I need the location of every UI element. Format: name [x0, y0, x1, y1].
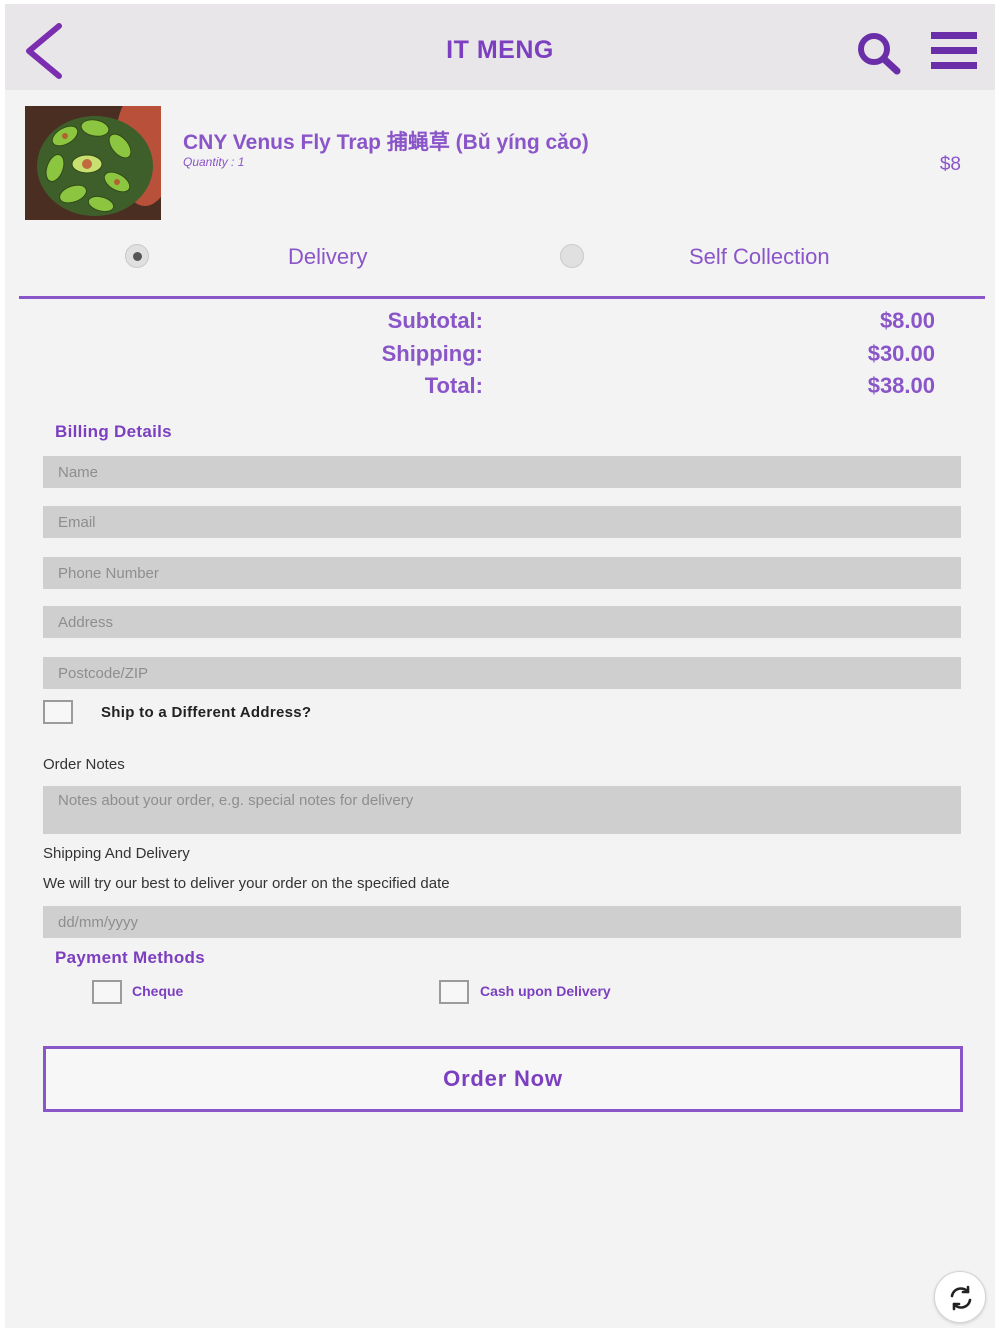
- total-label: Total:: [424, 373, 483, 398]
- delivery-radio[interactable]: [125, 244, 149, 268]
- cheque-label[interactable]: Cheque: [132, 983, 183, 999]
- delivery-date-field[interactable]: [43, 906, 961, 938]
- phone-number-field[interactable]: [43, 557, 961, 589]
- page-title: IT MENG: [446, 36, 554, 64]
- payment-methods-title: Payment Methods: [55, 948, 205, 967]
- menu-bar: [931, 47, 977, 54]
- total-value: $38.00: [867, 373, 935, 398]
- self-collection-radio[interactable]: [560, 244, 584, 268]
- postcode-field[interactable]: [43, 657, 961, 689]
- email-field[interactable]: [43, 506, 961, 538]
- hamburger-menu-icon[interactable]: [931, 32, 979, 76]
- search-button[interactable]: [855, 30, 903, 76]
- order-notes-field[interactable]: [43, 786, 961, 834]
- search-icon: [858, 33, 901, 75]
- divider: [19, 296, 985, 299]
- menu-bar: [931, 32, 977, 39]
- ship-different-address-label[interactable]: Ship to a Different Address?: [101, 704, 311, 721]
- self-collection-label[interactable]: Self Collection: [689, 244, 830, 270]
- app-header: IT MENG: [5, 4, 995, 90]
- menu-bar: [931, 62, 977, 69]
- order-notes-label: Order Notes: [43, 756, 125, 773]
- cash-on-delivery-checkbox[interactable]: [439, 980, 469, 1004]
- refresh-button[interactable]: [934, 1271, 986, 1323]
- cheque-checkbox[interactable]: [92, 980, 122, 1004]
- product-image: [25, 106, 161, 220]
- delivery-label[interactable]: Delivery: [288, 244, 367, 270]
- venus-fly-trap-photo: [25, 106, 161, 220]
- shipping-label: Shipping:: [381, 341, 483, 366]
- refresh-icon: [950, 1285, 972, 1311]
- ship-different-address-checkbox[interactable]: [43, 700, 73, 724]
- product-quantity: Quantity : 1: [183, 155, 245, 169]
- shipping-delivery-label: Shipping And Delivery: [43, 845, 190, 862]
- shipping-value: $30.00: [867, 341, 935, 366]
- address-field[interactable]: [43, 606, 961, 638]
- billing-details-title: Billing Details: [55, 422, 172, 441]
- subtotal-label: Subtotal:: [387, 308, 483, 333]
- subtotal-value: $8.00: [879, 308, 935, 333]
- page-frame: IT MENG CNY Venus Fly Trap 捕蝇草 (Bǔ yíng …: [5, 4, 995, 1328]
- order-now-button[interactable]: Order Now: [43, 1046, 963, 1112]
- shipping-delivery-description: We will try our best to deliver your ord…: [43, 875, 450, 892]
- cash-on-delivery-label[interactable]: Cash upon Delivery: [480, 983, 611, 999]
- name-field[interactable]: [43, 456, 961, 488]
- product-price: $8: [939, 154, 961, 175]
- product-name[interactable]: CNY Venus Fly Trap 捕蝇草 (Bǔ yíng cǎo): [183, 126, 589, 156]
